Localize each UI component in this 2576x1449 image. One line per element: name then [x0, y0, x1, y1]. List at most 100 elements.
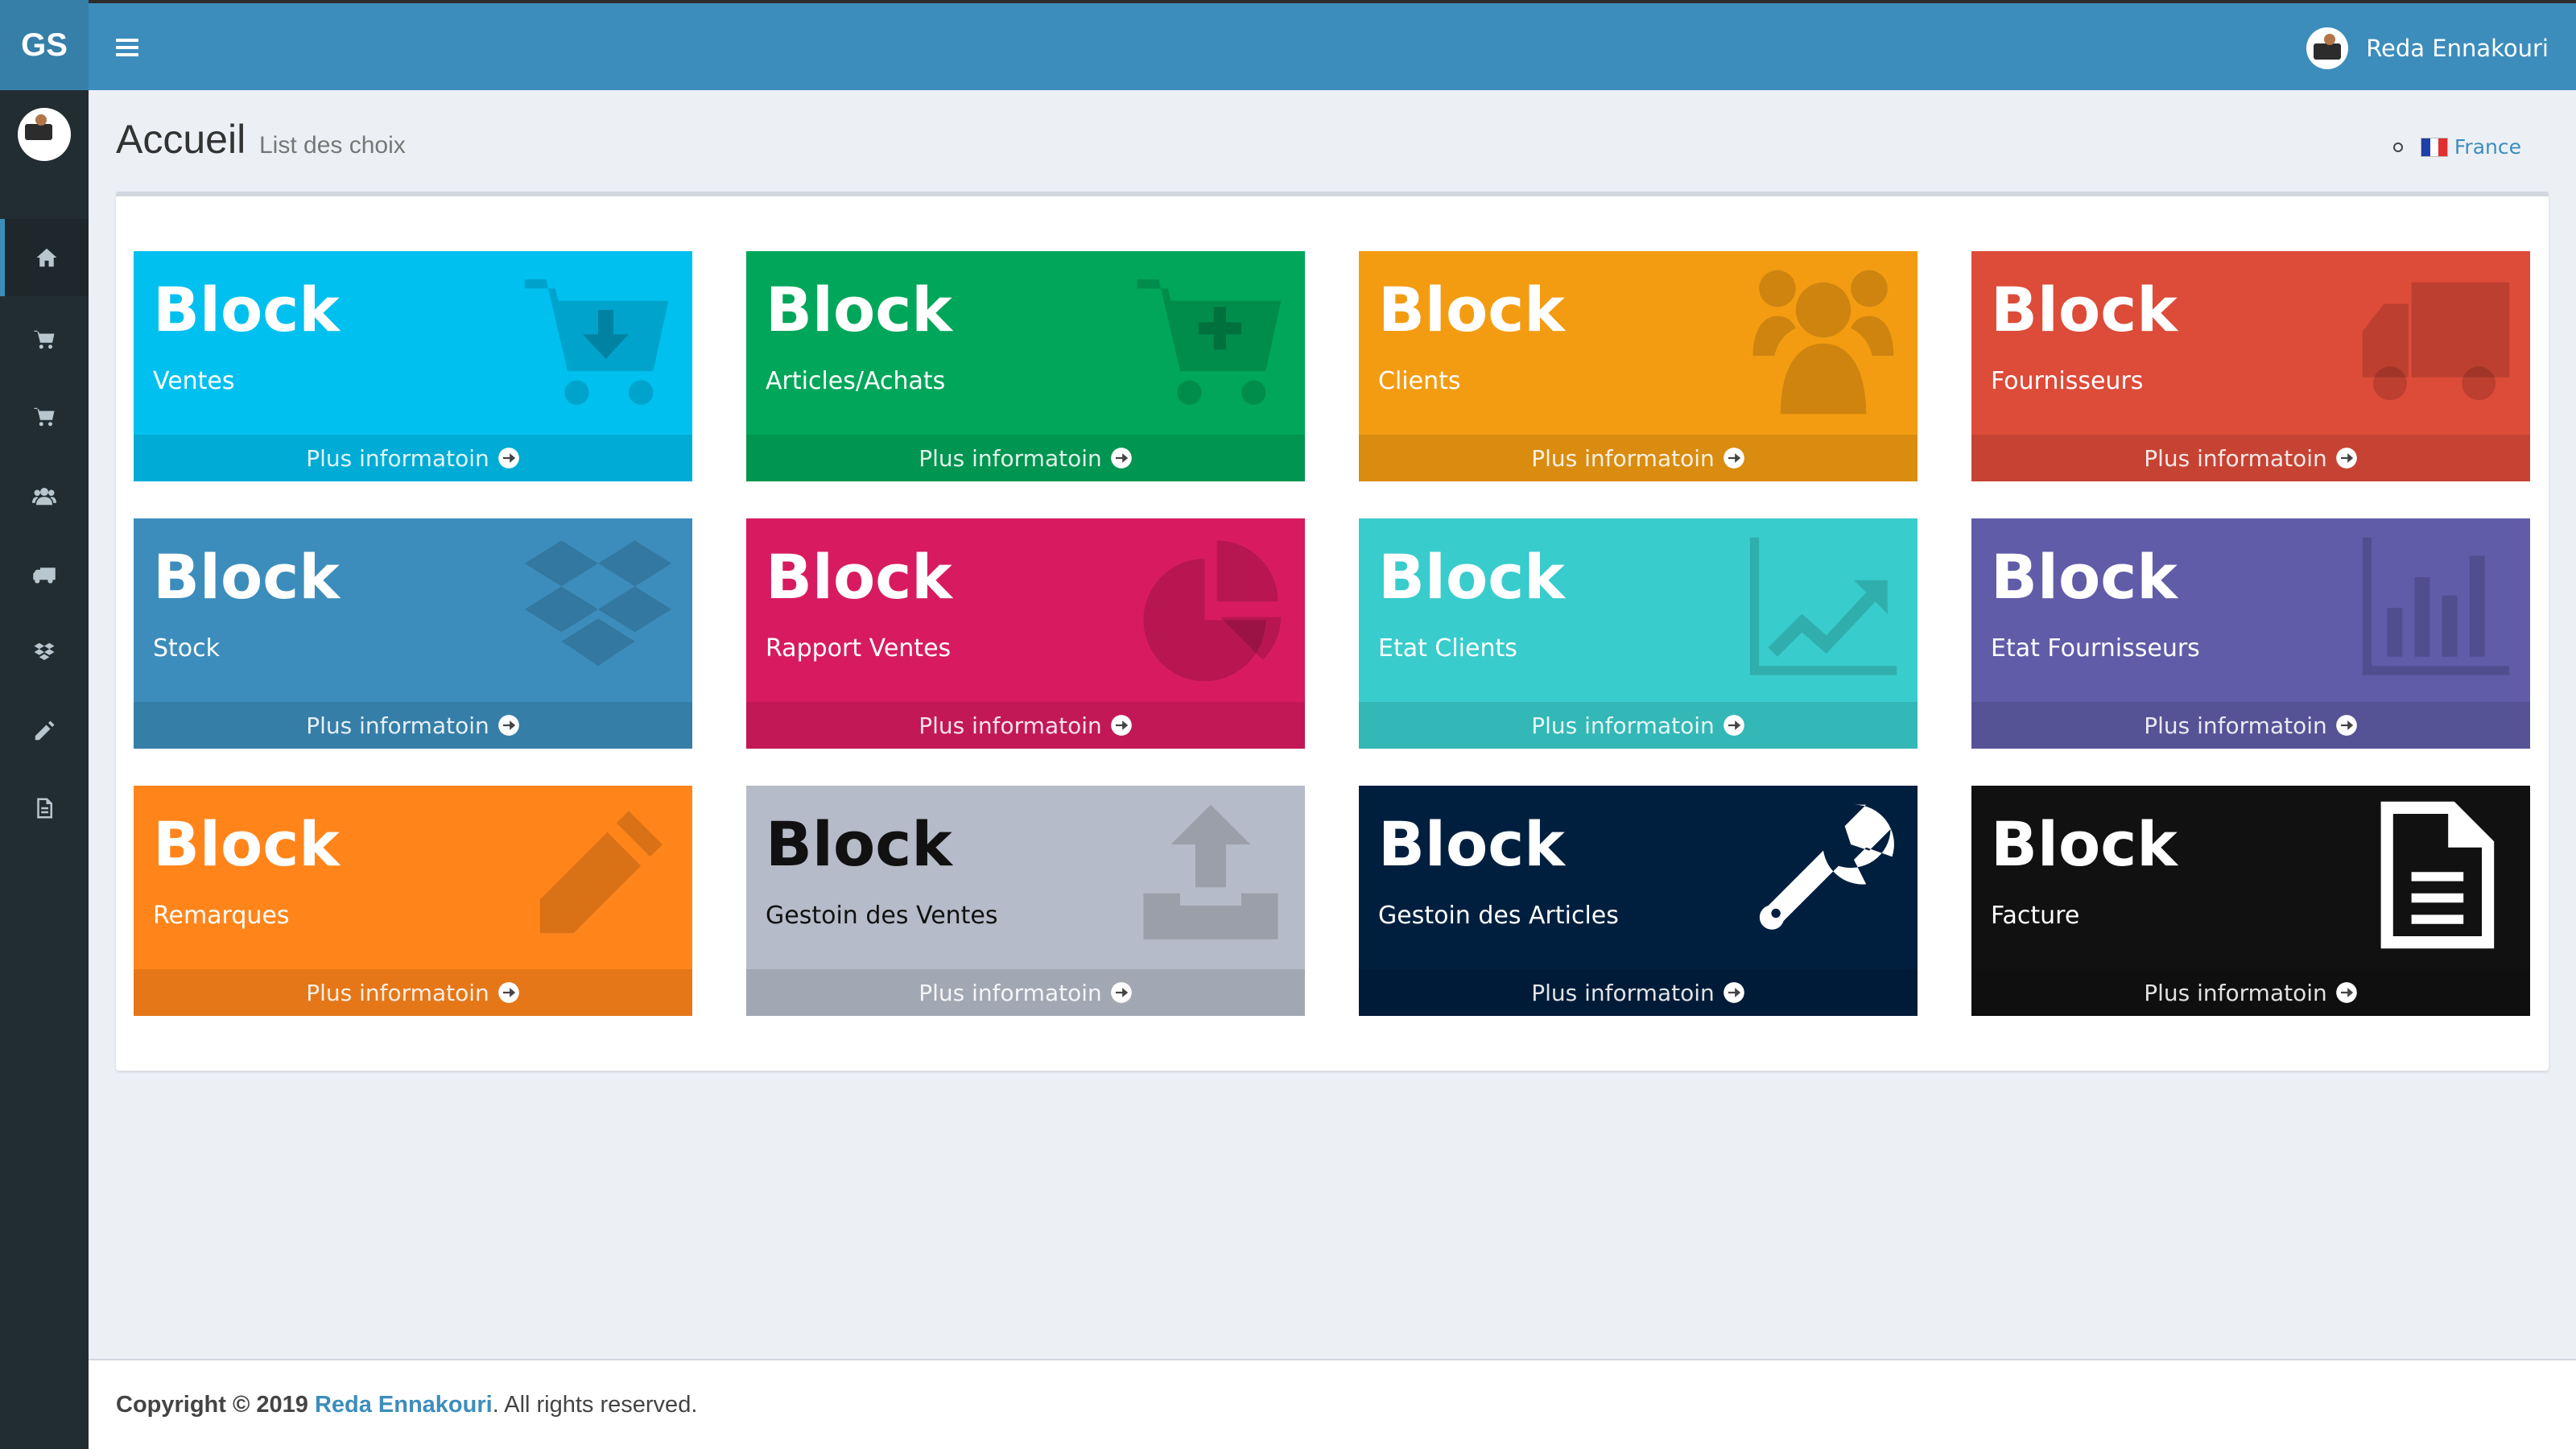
- dropbox-icon: [34, 642, 55, 660]
- tile-gestion-ventes[interactable]: Block Gestoin des Ventes Plus informatoi…: [746, 786, 1305, 1016]
- arrow-circle-right-icon: [497, 448, 519, 469]
- tile-ventes[interactable]: Block Ventes Plus informatoin: [134, 251, 692, 481]
- dropbox-icon: [524, 540, 672, 667]
- tile-etat-fournisseurs[interactable]: Block Etat Fournisseurs Plus informatoin: [1971, 518, 2530, 749]
- tile-subtitle: Gestoin des Articles: [1378, 902, 1619, 930]
- tile-more-info-link[interactable]: Plus informatoin: [746, 969, 1305, 1016]
- footer-copyright: Copyright © 2019: [116, 1391, 308, 1418]
- sidebar-item-stock[interactable]: [0, 613, 89, 691]
- arrow-circle-right-icon: [497, 982, 519, 1003]
- tile-more-info-link[interactable]: Plus informatoin: [1971, 969, 2530, 1016]
- tile-subtitle: Etat Clients: [1378, 634, 1517, 663]
- sidebar-item-ventes[interactable]: [0, 301, 89, 378]
- tile-subtitle: Gestoin des Ventes: [766, 902, 998, 930]
- tile-more-info-link[interactable]: Plus informatoin: [1971, 702, 2530, 749]
- tile-footer-label: Plus informatoin: [2144, 444, 2327, 472]
- tile-footer-label: Plus informatoin: [306, 444, 489, 472]
- tile-facture[interactable]: Block Facture Plus informatoin: [1971, 786, 2530, 1016]
- sidebar-toggle-icon[interactable]: [116, 39, 138, 56]
- tile-stock[interactable]: Block Stock Plus informatoin: [134, 518, 692, 749]
- sidebar-item-achats[interactable]: [0, 378, 89, 456]
- tile-title: Block: [153, 541, 340, 613]
- tile-more-info-link[interactable]: Plus informatoin: [1359, 702, 1918, 749]
- users-icon: [32, 488, 56, 506]
- tile-title: Block: [1991, 541, 2178, 613]
- sidebar-item-clients[interactable]: [0, 457, 89, 535]
- top-navbar: Reda Ennakouri: [89, 0, 2576, 90]
- tile-etat-clients[interactable]: Block Etat Clients Plus informatoin: [1359, 518, 1918, 749]
- tile-subtitle: Stock: [153, 634, 221, 663]
- arrow-circle-right-icon: [1110, 982, 1132, 1003]
- circle-icon: [2392, 142, 2403, 152]
- tile-footer-label: Plus informatoin: [1531, 979, 1715, 1006]
- tile-subtitle: Etat Fournisseurs: [1991, 634, 2200, 663]
- tile-gestion-articles[interactable]: Block Gestoin des Articles Plus informat…: [1359, 786, 1918, 1016]
- sidebar-item-facture[interactable]: [0, 770, 89, 847]
- arrow-circle-right-icon: [1110, 448, 1132, 469]
- tile-rapport-ventes[interactable]: Block Rapport Ventes Plus informatoin: [746, 518, 1305, 749]
- arrow-circle-right-icon: [2335, 982, 2357, 1003]
- file-icon: [2380, 801, 2495, 949]
- arrow-circle-right-icon: [2335, 715, 2357, 736]
- cart-plus-icon: [34, 407, 55, 427]
- sidebar-item-fournisseurs[interactable]: [0, 536, 89, 613]
- tile-title: Block: [1378, 541, 1565, 613]
- arrow-circle-right-icon: [2335, 448, 2357, 469]
- tile-more-info-link[interactable]: Plus informatoin: [1359, 969, 1918, 1016]
- truck-icon: [2362, 282, 2510, 401]
- tile-more-info-link[interactable]: Plus informatoin: [1971, 435, 2530, 481]
- app-logo[interactable]: GS: [0, 0, 89, 90]
- tile-more-info-link[interactable]: Plus informatoin: [1359, 435, 1918, 481]
- tile-footer-label: Plus informatoin: [2144, 712, 2327, 739]
- tile-footer-label: Plus informatoin: [919, 979, 1102, 1006]
- pencil-icon: [35, 720, 55, 741]
- bar-chart-icon: [2362, 537, 2510, 675]
- tile-remarques[interactable]: Block Remarques Plus informatoin: [134, 786, 692, 1016]
- tile-clients[interactable]: Block Clients Plus informatoin: [1359, 251, 1918, 481]
- tile-title: Block: [1378, 808, 1565, 880]
- tile-title: Block: [1378, 274, 1565, 345]
- user-menu[interactable]: Reda Ennakouri: [2306, 27, 2549, 69]
- tile-title: Block: [153, 274, 340, 345]
- page-footer: Copyright © 2019 Reda Ennakouri . All ri…: [89, 1359, 2576, 1449]
- footer-author-link[interactable]: Reda Ennakouri: [315, 1392, 493, 1418]
- tile-title: Block: [153, 808, 340, 880]
- tile-footer-label: Plus informatoin: [306, 979, 489, 1006]
- tile-articles-achats[interactable]: Block Articles/Achats Plus informatoin: [746, 251, 1305, 481]
- footer-rights: . All rights reserved.: [492, 1391, 698, 1418]
- arrow-circle-right-icon: [1723, 715, 1744, 736]
- sidebar: [0, 90, 89, 1449]
- tile-more-info-link[interactable]: Plus informatoin: [134, 435, 692, 481]
- tile-more-info-link[interactable]: Plus informatoin: [746, 702, 1305, 749]
- line-chart-icon: [1749, 537, 1897, 675]
- tile-subtitle: Ventes: [153, 367, 235, 395]
- pencil-icon: [539, 811, 663, 934]
- tile-more-info-link[interactable]: Plus informatoin: [134, 969, 692, 1016]
- tile-footer-label: Plus informatoin: [2144, 979, 2327, 1006]
- page-title: Accueil: [116, 117, 246, 162]
- tile-more-info-link[interactable]: Plus informatoin: [134, 702, 692, 749]
- file-icon: [37, 798, 52, 819]
- page-subtitle: List des choix: [259, 132, 406, 159]
- sidebar-item-home[interactable]: [0, 219, 89, 296]
- france-flag-icon: [2420, 137, 2448, 157]
- dashboard-box: Block Ventes Plus informatoin Block Arti…: [116, 192, 2549, 1071]
- tile-footer-label: Plus informatoin: [1531, 444, 1715, 472]
- tile-subtitle: Remarques: [153, 902, 290, 930]
- users-icon: [1752, 270, 1894, 415]
- cart-download-icon: [34, 330, 55, 349]
- pie-chart-icon: [1143, 540, 1282, 682]
- sidebar-item-remarques[interactable]: [0, 692, 89, 770]
- breadcrumb-link-france[interactable]: France: [2454, 135, 2521, 159]
- tile-more-info-link[interactable]: Plus informatoin: [746, 435, 1305, 481]
- user-avatar: [2306, 27, 2349, 69]
- cart-plus-icon: [1137, 279, 1282, 405]
- arrow-circle-right-icon: [1110, 715, 1132, 736]
- truck-icon: [33, 568, 56, 584]
- tile-fournisseurs[interactable]: Block Fournisseurs Plus informatoin: [1971, 251, 2530, 481]
- tile-subtitle: Rapport Ventes: [766, 634, 952, 663]
- tile-footer-label: Plus informatoin: [919, 712, 1102, 739]
- arrow-circle-right-icon: [1723, 982, 1744, 1003]
- tile-subtitle: Clients: [1378, 367, 1461, 395]
- tile-title: Block: [766, 274, 952, 345]
